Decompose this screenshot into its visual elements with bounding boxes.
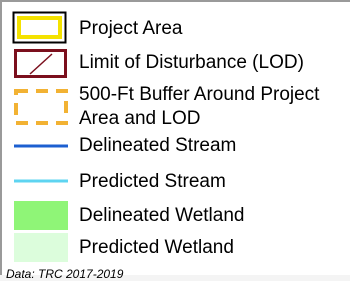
delineated-stream-line-icon — [14, 144, 68, 148]
lod-symbol-icon — [14, 49, 67, 78]
legend-label-predicted-stream: Predicted Stream — [79, 171, 226, 192]
legend-label-buffer-line2: Area and LOD — [79, 108, 201, 129]
project-area-symbol-icon — [12, 11, 67, 44]
legend-label-buffer-line1: 500-Ft Buffer Around Project — [79, 84, 320, 105]
predicted-stream-line-icon — [14, 179, 68, 183]
legend-label-project-area: Project Area — [79, 18, 183, 39]
delineated-wetland-swatch — [14, 201, 68, 230]
predicted-wetland-swatch — [14, 233, 68, 262]
buffer-symbol-icon — [14, 89, 68, 125]
legend-label-lod: Limit of Disturbance (LOD) — [79, 52, 304, 73]
legend-label-delineated-wetland: Delineated Wetland — [79, 205, 245, 226]
data-source-note: Data: TRC 2017-2019 — [6, 267, 124, 281]
legend-label-delineated-stream: Delineated Stream — [79, 135, 237, 156]
legend-label-predicted-wetland: Predicted Wetland — [79, 237, 234, 258]
map-legend: Project Area Limit of Disturbance (LOD) … — [0, 0, 350, 281]
